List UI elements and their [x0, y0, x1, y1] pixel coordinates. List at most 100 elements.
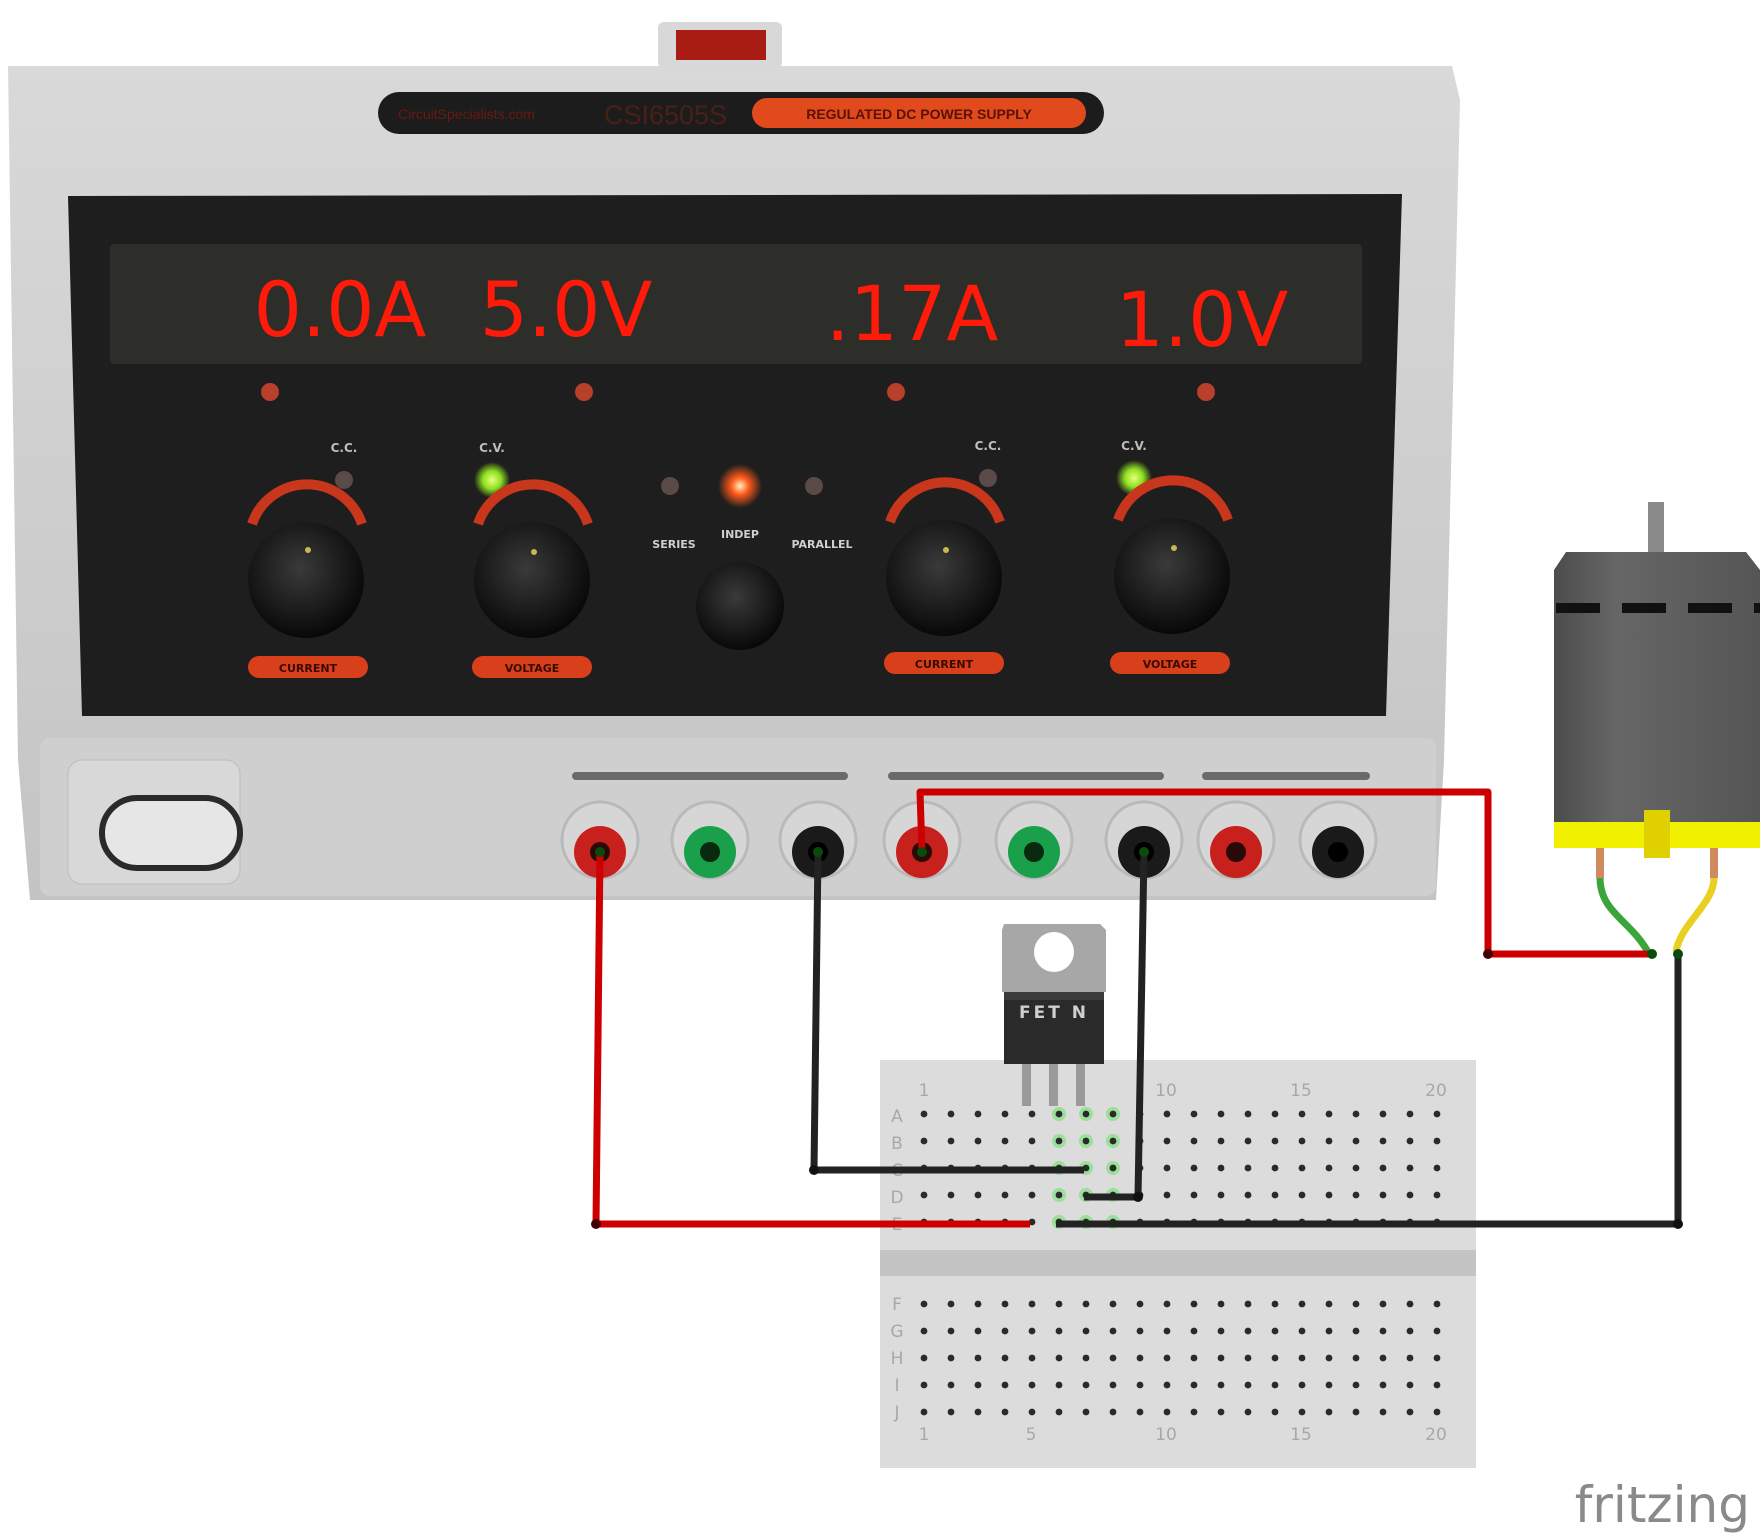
breadboard-hole[interactable] — [1001, 1354, 1009, 1362]
breadboard-hole[interactable] — [1379, 1137, 1387, 1145]
breadboard-hole[interactable] — [974, 1327, 982, 1335]
breadboard-hole[interactable] — [1325, 1354, 1333, 1362]
breadboard-hole[interactable] — [1298, 1300, 1306, 1308]
breadboard-hole[interactable] — [1379, 1354, 1387, 1362]
breadboard-hole[interactable] — [1352, 1381, 1360, 1389]
breadboard-hole[interactable] — [1190, 1354, 1198, 1362]
breadboard-hole[interactable] — [1136, 1300, 1144, 1308]
breadboard-hole[interactable] — [1190, 1327, 1198, 1335]
breadboard-hole[interactable] — [1352, 1300, 1360, 1308]
breadboard-hole[interactable] — [1082, 1137, 1090, 1145]
breadboard-hole[interactable] — [1379, 1164, 1387, 1172]
breadboard-hole[interactable] — [1028, 1137, 1036, 1145]
breadboard-hole[interactable] — [1109, 1408, 1117, 1416]
breadboard-hole[interactable] — [1190, 1408, 1198, 1416]
breadboard-hole[interactable] — [1406, 1327, 1414, 1335]
breadboard-hole[interactable] — [1136, 1408, 1144, 1416]
breadboard-hole[interactable] — [1028, 1191, 1036, 1199]
breadboard-hole[interactable] — [1352, 1191, 1360, 1199]
breadboard-hole[interactable] — [1109, 1164, 1117, 1172]
breadboard-hole[interactable] — [1325, 1164, 1333, 1172]
breadboard-hole[interactable] — [947, 1137, 955, 1145]
breadboard-hole[interactable] — [1379, 1408, 1387, 1416]
breadboard-hole[interactable] — [1271, 1110, 1279, 1118]
breadboard-hole[interactable] — [1406, 1300, 1414, 1308]
breadboard-hole[interactable] — [1325, 1137, 1333, 1145]
breadboard-hole[interactable] — [1244, 1110, 1252, 1118]
breadboard-hole[interactable] — [1271, 1354, 1279, 1362]
breadboard-hole[interactable] — [1028, 1354, 1036, 1362]
breadboard-hole[interactable] — [1379, 1327, 1387, 1335]
breadboard-hole[interactable] — [1163, 1137, 1171, 1145]
breadboard-hole[interactable] — [1379, 1381, 1387, 1389]
breadboard-hole[interactable] — [1055, 1110, 1063, 1118]
breadboard-hole[interactable] — [974, 1408, 982, 1416]
breadboard-hole[interactable] — [974, 1191, 982, 1199]
breadboard-hole[interactable] — [1244, 1327, 1252, 1335]
breadboard-hole[interactable] — [1217, 1381, 1225, 1389]
breadboard-hole[interactable] — [1406, 1354, 1414, 1362]
breadboard-hole[interactable] — [947, 1354, 955, 1362]
breadboard-hole[interactable] — [1001, 1191, 1009, 1199]
breadboard-hole[interactable] — [1217, 1137, 1225, 1145]
breadboard-hole[interactable] — [1109, 1354, 1117, 1362]
breadboard-hole[interactable] — [1217, 1110, 1225, 1118]
breadboard-hole[interactable] — [1217, 1164, 1225, 1172]
breadboard-hole[interactable] — [1109, 1381, 1117, 1389]
breadboard-hole[interactable] — [1217, 1408, 1225, 1416]
breadboard-hole[interactable] — [1271, 1137, 1279, 1145]
breadboard-hole[interactable] — [1055, 1137, 1063, 1145]
breadboard-hole[interactable] — [1352, 1137, 1360, 1145]
breadboard-hole[interactable] — [1379, 1110, 1387, 1118]
breadboard-hole[interactable] — [1136, 1381, 1144, 1389]
breadboard-hole[interactable] — [1244, 1300, 1252, 1308]
breadboard-hole[interactable] — [1298, 1110, 1306, 1118]
breadboard-hole[interactable] — [920, 1327, 928, 1335]
breadboard-hole[interactable] — [1163, 1110, 1171, 1118]
breadboard-hole[interactable] — [947, 1408, 955, 1416]
breadboard-hole[interactable] — [1433, 1354, 1441, 1362]
breadboard-hole[interactable] — [947, 1110, 955, 1118]
breadboard-hole[interactable] — [1136, 1327, 1144, 1335]
breadboard-hole[interactable] — [1298, 1381, 1306, 1389]
breadboard-hole[interactable] — [1271, 1300, 1279, 1308]
breadboard-hole[interactable] — [1001, 1137, 1009, 1145]
breadboard-hole[interactable] — [1379, 1300, 1387, 1308]
breadboard-hole[interactable] — [1163, 1164, 1171, 1172]
breadboard-hole[interactable] — [1217, 1354, 1225, 1362]
breadboard-hole[interactable] — [1433, 1137, 1441, 1145]
breadboard-hole[interactable] — [1325, 1408, 1333, 1416]
breadboard-hole[interactable] — [1298, 1137, 1306, 1145]
breadboard-hole[interactable] — [1190, 1191, 1198, 1199]
knob-mode-selector[interactable] — [696, 562, 784, 650]
breadboard-hole[interactable] — [1244, 1408, 1252, 1416]
breadboard-hole[interactable] — [1271, 1408, 1279, 1416]
breadboard-hole[interactable] — [1163, 1300, 1171, 1308]
breadboard-hole[interactable] — [974, 1110, 982, 1118]
terminal-fixed-negative[interactable] — [1298, 800, 1378, 880]
breadboard-hole[interactable] — [1298, 1327, 1306, 1335]
breadboard-hole[interactable] — [1001, 1300, 1009, 1308]
breadboard-hole[interactable] — [920, 1408, 928, 1416]
breadboard-hole[interactable] — [1136, 1354, 1144, 1362]
breadboard-hole[interactable] — [947, 1381, 955, 1389]
breadboard-hole[interactable] — [1190, 1300, 1198, 1308]
breadboard-hole[interactable] — [974, 1137, 982, 1145]
breadboard-hole[interactable] — [974, 1381, 982, 1389]
breadboard-hole[interactable] — [1244, 1137, 1252, 1145]
breadboard-hole[interactable] — [974, 1300, 982, 1308]
breadboard-hole[interactable] — [1190, 1381, 1198, 1389]
breadboard-hole[interactable] — [1325, 1110, 1333, 1118]
breadboard-hole[interactable] — [1001, 1381, 1009, 1389]
breadboard-hole[interactable] — [1244, 1191, 1252, 1199]
breadboard-hole[interactable] — [1055, 1300, 1063, 1308]
breadboard-hole[interactable] — [1406, 1110, 1414, 1118]
breadboard-hole[interactable] — [1217, 1191, 1225, 1199]
breadboard-hole[interactable] — [920, 1191, 928, 1199]
breadboard-hole[interactable] — [1406, 1164, 1414, 1172]
breadboard-hole[interactable] — [1433, 1110, 1441, 1118]
breadboard-hole[interactable] — [1163, 1408, 1171, 1416]
breadboard-hole[interactable] — [920, 1354, 928, 1362]
breadboard-hole[interactable] — [1055, 1327, 1063, 1335]
breadboard-hole[interactable] — [1001, 1408, 1009, 1416]
